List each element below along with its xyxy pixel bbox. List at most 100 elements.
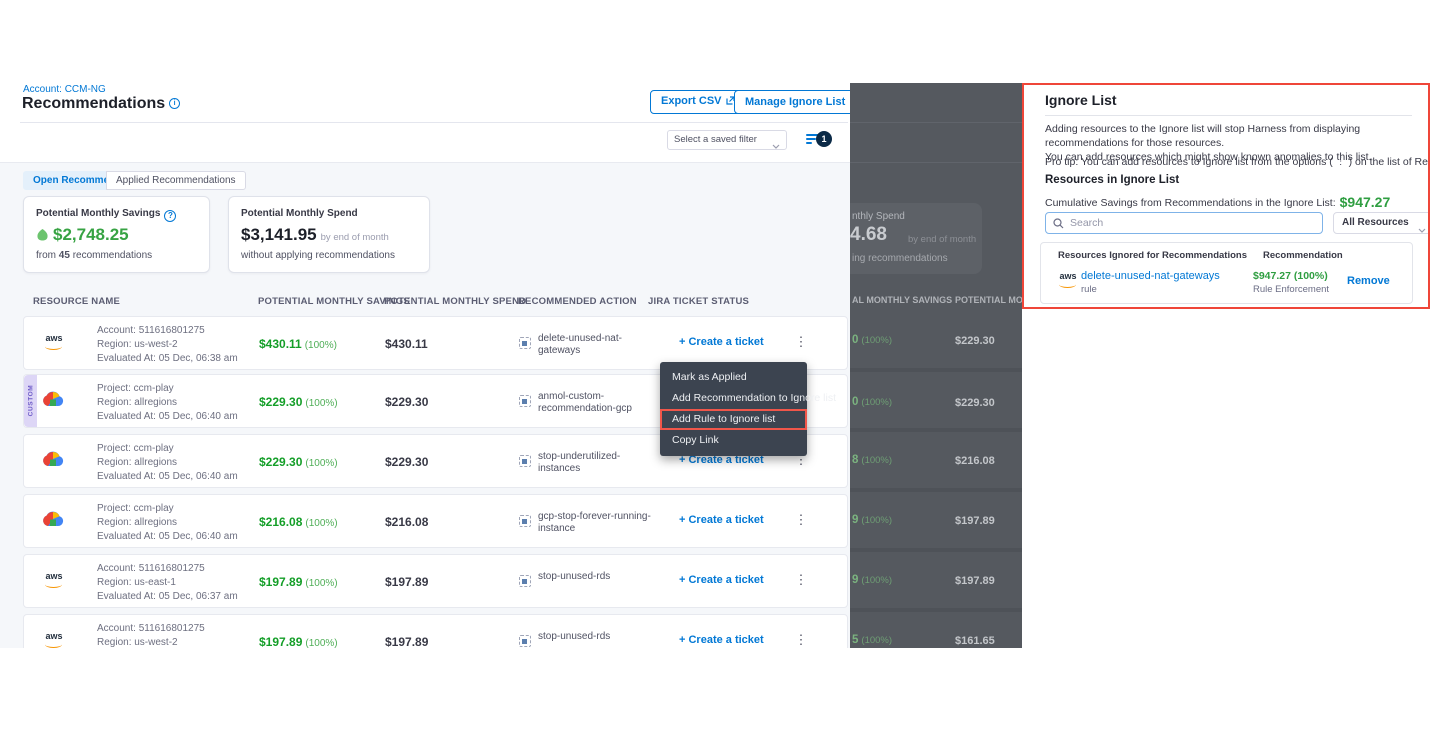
spend-card-label: Potential Monthly Spend	[241, 208, 358, 219]
recommendations-page: Account: CCM-NG Recommendations i Export …	[0, 83, 850, 648]
modal-title: Ignore List	[1045, 92, 1117, 108]
spend-value-suffix: by end of month	[321, 232, 389, 243]
kebab-menu-icon[interactable]: ⋮	[792, 512, 810, 528]
aws-icon: aws	[1056, 271, 1082, 291]
create-ticket-link[interactable]: + Create a ticket	[679, 574, 764, 586]
dimmed-col-header: POTENTIAL MONTHL	[955, 295, 1022, 305]
spend-card-sub: without applying recommendations	[241, 250, 395, 261]
dimmed-card-suffix: by end of month	[908, 234, 976, 245]
savings-card-label-text: Potential Monthly Savings	[36, 208, 160, 219]
create-ticket-link[interactable]: + Create a ticket	[679, 336, 764, 348]
gcp-icon	[42, 451, 68, 471]
table-row[interactable]: aws Account: 511616801275Region: us-west…	[23, 614, 848, 648]
dimmed-spend-cell: $197.89	[955, 515, 995, 527]
action-cell: stop-unused-rds	[538, 571, 660, 583]
table-row[interactable]: aws Account: 511616801275Region: us-east…	[23, 554, 848, 608]
dimmed-spend-cell: $197.89	[955, 575, 995, 587]
rule-icon	[519, 395, 531, 407]
menu-item-add-rule-to-ignore-list[interactable]: Add Rule to Ignore list	[660, 409, 807, 430]
savings-leaf-icon	[36, 226, 49, 246]
dimmed-row-gap	[850, 428, 1022, 432]
gcp-icon	[42, 511, 68, 531]
savings-cell: $430.11(100%)	[259, 337, 337, 351]
dimmed-savings-cell: 8(100%)	[852, 454, 892, 466]
spend-cell: $197.89	[385, 575, 428, 589]
action-cell: stop-underutilized-instances	[538, 451, 660, 475]
savings-sub-count: 45	[59, 250, 70, 261]
menu-item-add-recommendation-to-ignore-list[interactable]: Add Recommendation to Ignore list	[660, 388, 807, 409]
export-csv-button[interactable]: Export CSV	[650, 90, 746, 114]
filter-panel-button[interactable]: 1	[806, 131, 836, 149]
info-icon[interactable]: i	[169, 98, 180, 109]
ignore-list-table: Resources Ignored for Recommendations Re…	[1040, 242, 1413, 304]
col-header-jira-status: JIRA TICKET STATUS	[648, 296, 749, 307]
kebab-menu-icon[interactable]: ⋮	[792, 572, 810, 588]
menu-item-copy-link[interactable]: Copy Link	[660, 430, 807, 451]
chevron-down-icon	[1418, 221, 1426, 241]
kebab-menu-icon[interactable]: ⋮	[792, 632, 810, 648]
breadcrumb[interactable]: Account: CCM-NG	[23, 84, 106, 95]
savings-cell: $229.30(100%)	[259, 395, 338, 409]
saved-filter-value: Select a saved filter	[674, 134, 757, 145]
ignored-resource-link[interactable]: delete-unused-nat-gateways	[1081, 270, 1220, 282]
kebab-icon: ⋮	[1336, 156, 1346, 167]
resource-details: Project: ccm-playRegion: allregionsEvalu…	[97, 442, 238, 484]
search-input[interactable]	[1070, 214, 1315, 232]
dimmed-card-sub: ing recommendations	[852, 253, 948, 264]
potential-savings-card: Potential Monthly Savings? $2,748.25 fro…	[23, 196, 210, 273]
action-cell: stop-unused-rds	[538, 631, 660, 643]
table-row[interactable]: Project: ccm-playRegion: allregionsEvalu…	[23, 494, 848, 548]
savings-cell: $216.08(100%)	[259, 515, 338, 529]
dimmed-row-gap	[850, 368, 1022, 372]
savings-card-label: Potential Monthly Savings?	[36, 208, 176, 222]
filter-count-badge: 1	[816, 131, 832, 147]
rule-icon	[519, 635, 531, 647]
rule-icon	[519, 575, 531, 587]
spend-cell: $229.30	[385, 395, 428, 409]
modal-subheading: Resources in Ignore List	[1045, 174, 1179, 186]
resource-details: Project: ccm-playRegion: allregionsEvalu…	[97, 382, 238, 424]
dimmed-savings-cell: 9(100%)	[852, 514, 892, 526]
savings-card-sub: from 45 recommendations	[36, 250, 152, 261]
manage-ignore-list-button[interactable]: Manage Ignore List	[734, 90, 850, 114]
rule-icon	[519, 455, 531, 467]
create-ticket-link[interactable]: + Create a ticket	[679, 634, 764, 646]
spend-cell: $229.30	[385, 455, 428, 469]
ignore-list-search[interactable]	[1045, 212, 1323, 234]
dimmed-row-gap	[850, 608, 1022, 612]
dim-divider	[850, 122, 1022, 123]
col-header-monthly-spend: POTENTIAL MONTHLY SPEND	[384, 296, 526, 307]
create-ticket-link[interactable]: + Create a ticket	[679, 514, 764, 526]
kebab-menu-icon[interactable]: ⋮	[792, 334, 810, 350]
spend-cell: $430.11	[385, 337, 428, 351]
modal-backdrop-strip: nthly Spend 4.68 by end of month ing rec…	[850, 83, 1022, 648]
dimmed-spend-cell: $229.30	[955, 397, 995, 409]
action-cell: anmol-custom-recommendation-gcp	[538, 391, 660, 415]
menu-item-mark-as-applied[interactable]: Mark as Applied	[660, 367, 807, 388]
dimmed-row-gap	[850, 488, 1022, 492]
ignored-resource-type: rule	[1081, 284, 1097, 295]
page-title-text: Recommendations	[22, 95, 165, 112]
rule-icon	[519, 337, 531, 349]
aws-icon: aws	[42, 571, 68, 591]
header-divider	[20, 122, 848, 123]
dimmed-col-header: AL MONTHLY SAVINGS	[852, 295, 952, 305]
ignored-savings: $947.27 (100%)	[1253, 270, 1328, 282]
dimmed-card-label: nthly Spend	[852, 211, 905, 222]
ignore-list-modal: Ignore List Adding resources to the Igno…	[1022, 83, 1430, 309]
gcp-icon	[42, 391, 68, 411]
spend-cell: $197.89	[385, 635, 428, 648]
saved-filter-select[interactable]: Select a saved filter	[667, 130, 787, 150]
help-icon[interactable]: ?	[164, 210, 176, 222]
remove-button[interactable]: Remove	[1347, 275, 1390, 287]
ignore-col-header-resources: Resources Ignored for Recommendations	[1058, 250, 1247, 261]
col-header-resource-name: RESOURCE NAME	[33, 296, 120, 307]
resources-filter-select[interactable]: All Resources	[1333, 212, 1430, 234]
tab-applied-recommendations[interactable]: Applied Recommendations	[106, 171, 246, 190]
screenshot-canvas: Account: CCM-NG Recommendations i Export …	[0, 0, 1440, 744]
dimmed-savings-cell: 5(100%)	[852, 634, 892, 646]
savings-cell: $197.89(100%)	[259, 635, 338, 648]
savings-sub-suffix: recommendations	[73, 250, 152, 261]
aws-icon: aws	[42, 631, 68, 648]
action-cell: gcp-stop-forever-running-instance	[538, 511, 660, 535]
